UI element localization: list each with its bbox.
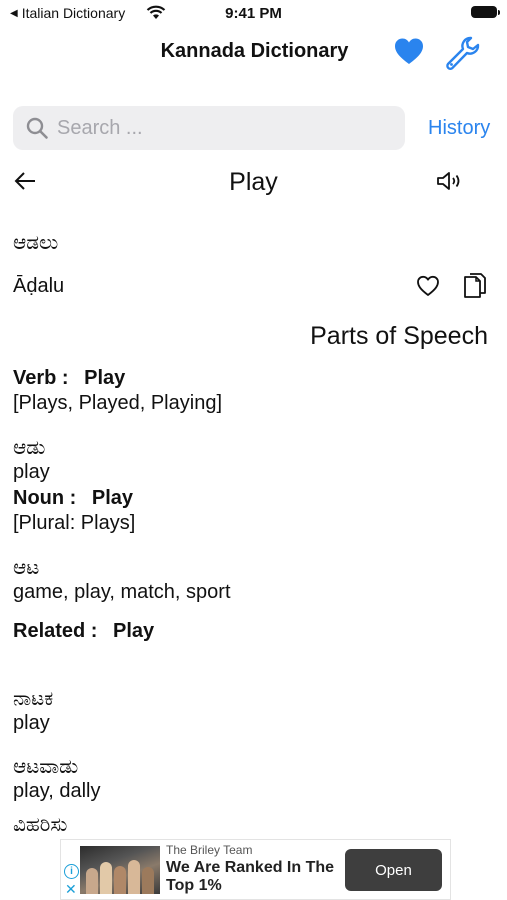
status-bar: ◀ Italian Dictionary 9:41 PM	[0, 0, 507, 28]
parts-of-speech-heading: Parts of Speech	[310, 322, 488, 350]
verb-translation: play	[13, 461, 50, 483]
verb-forms: [Plays, Played, Playing]	[13, 392, 222, 414]
pos-word: Play	[113, 620, 155, 642]
word-title: Play	[229, 168, 278, 196]
related-translation: play	[13, 712, 50, 734]
pos-label: Verb :	[13, 367, 69, 389]
status-time: 9:41 PM	[225, 5, 282, 22]
pos-label: Related :	[13, 620, 98, 642]
search-icon	[26, 117, 48, 139]
ad-headline: We Are Ranked In The Top 1%	[166, 859, 335, 894]
search-input[interactable]	[55, 115, 379, 141]
related-heading: Related : Play	[13, 619, 493, 643]
ad-open-button[interactable]: Open	[345, 849, 442, 891]
pos-word: Play	[91, 487, 134, 509]
ad-info-icon[interactable]: i	[64, 864, 79, 879]
pos-word: Play	[84, 367, 126, 389]
noun-forms: [Plural: Plays]	[13, 512, 136, 534]
favorite-heart-icon[interactable]	[416, 275, 440, 297]
related-translation: play, dally	[13, 780, 101, 802]
verb-heading: Verb : Play	[13, 366, 493, 390]
pos-label: Noun :	[13, 487, 77, 509]
partially-visible-entry: ವಿಹರಿಸು	[13, 814, 68, 832]
ad-sponsor: The Briley Team	[166, 843, 253, 857]
app-title: Kannada Dictionary	[160, 40, 349, 62]
speaker-icon[interactable]	[436, 170, 464, 192]
noun-heading: Noun : Play	[13, 486, 493, 510]
search-bar[interactable]	[13, 106, 405, 150]
copy-icon[interactable]	[462, 272, 488, 300]
related-kannada: ಆಟವಾಡು	[13, 756, 79, 778]
transliteration: Āḍalu	[13, 275, 65, 297]
entries-list: Verb : Play [Plays, Played, Playing] ಆಡು…	[13, 366, 493, 803]
battery-icon	[471, 6, 500, 18]
verb-kannada: ಆಡು	[13, 437, 46, 459]
ad-close-icon[interactable]: ✕	[65, 881, 77, 898]
related-kannada: ನಾಟಕ	[13, 688, 54, 710]
ad-banner[interactable]: i ✕ The Briley Team We Are Ranked In The…	[60, 839, 451, 900]
kannada-word: ಆಡಲು	[13, 232, 59, 254]
ad-image	[80, 846, 160, 894]
noun-kannada: ಆಟ	[13, 557, 40, 579]
wrench-icon[interactable]	[444, 35, 480, 71]
heart-icon[interactable]	[394, 37, 424, 67]
history-button[interactable]: History	[428, 117, 490, 140]
noun-translation: game, play, match, sport	[13, 581, 231, 603]
